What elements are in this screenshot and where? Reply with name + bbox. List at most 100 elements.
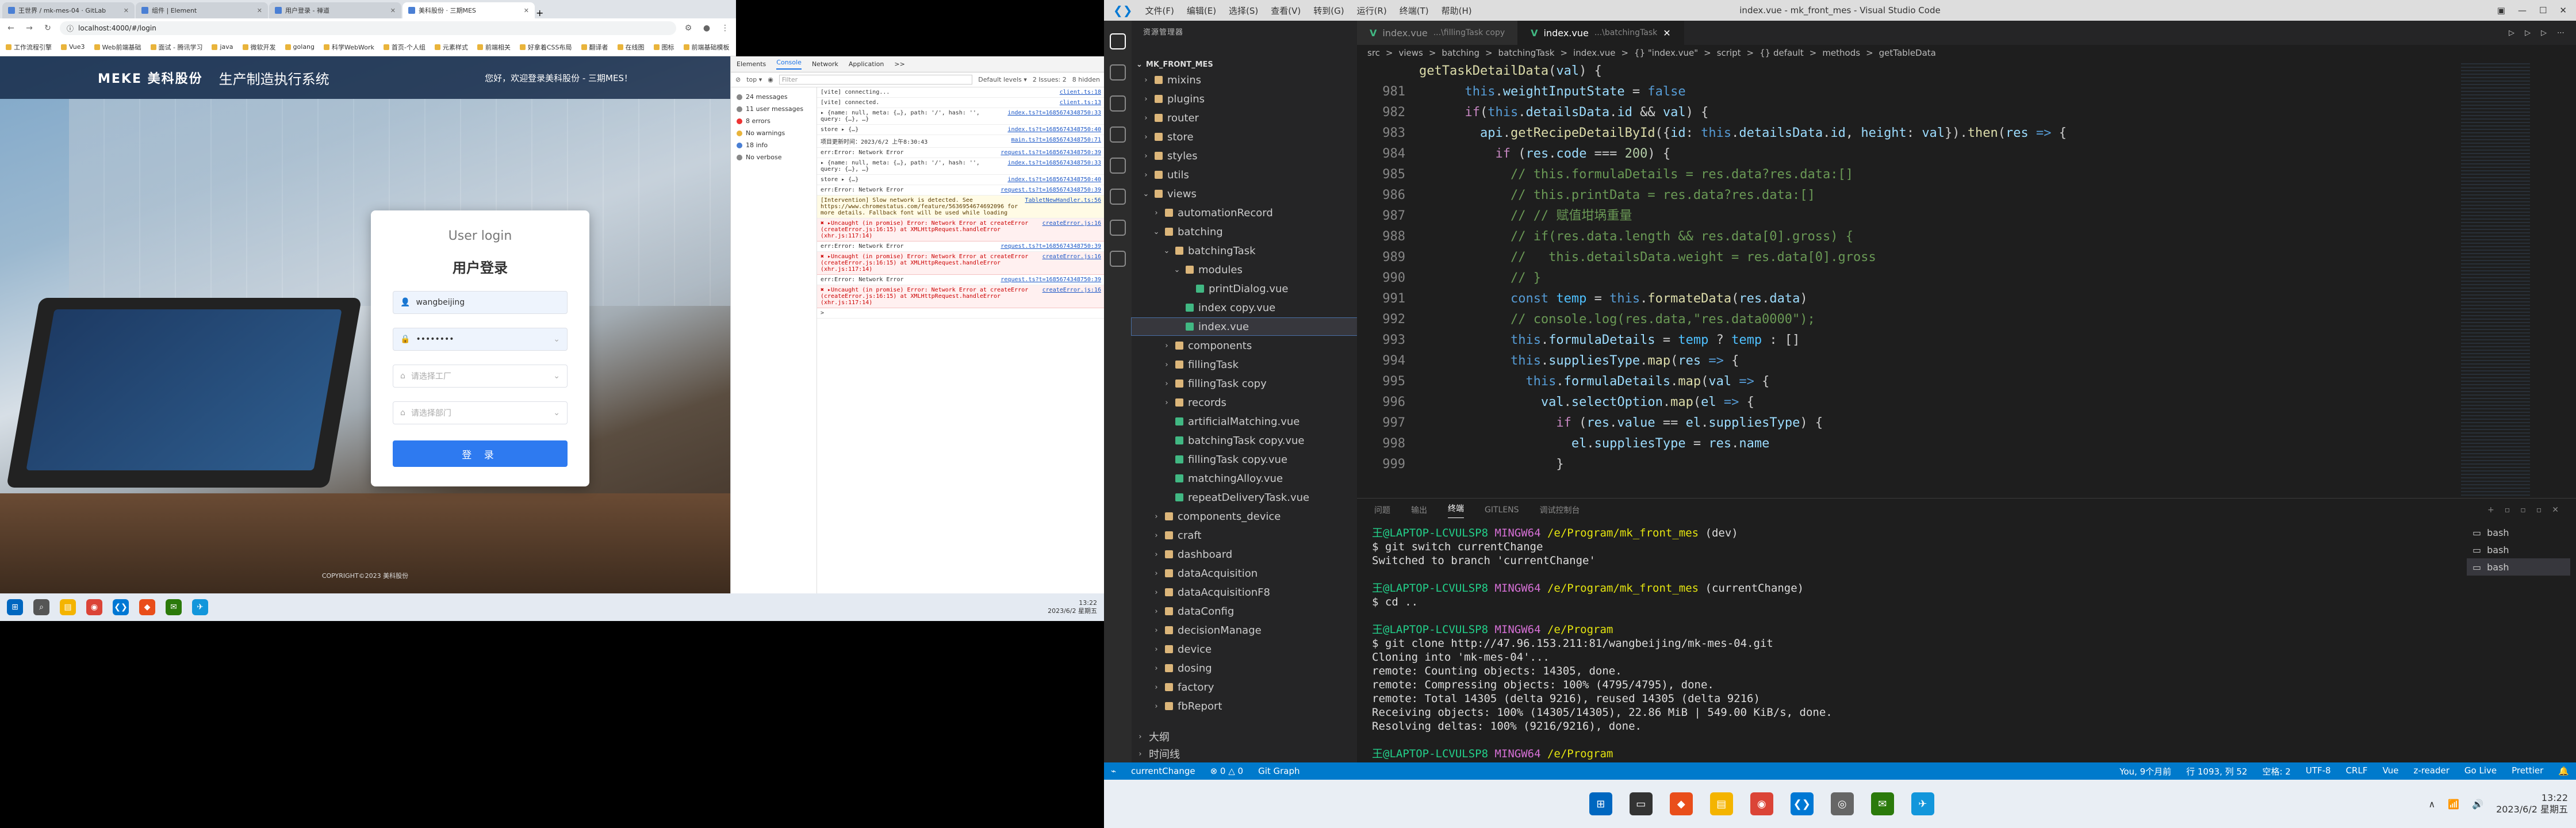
devtools-tab[interactable]: Application bbox=[849, 60, 884, 68]
bird-icon[interactable]: ✈ bbox=[192, 599, 208, 615]
close-panel-icon[interactable]: ✕ bbox=[2552, 505, 2559, 515]
console-source-link[interactable]: createError.js:16 bbox=[1042, 220, 1101, 239]
vscode-icon[interactable]: ❮❯ bbox=[113, 599, 129, 615]
password-field[interactable]: 🔒 •••••••• ⌄ bbox=[393, 328, 568, 351]
console-source-link[interactable]: request.ts?t=1685674348750:39 bbox=[1000, 243, 1101, 250]
app-icon[interactable]: ◎ bbox=[1830, 792, 1854, 815]
notifications-icon[interactable]: 🔔 bbox=[2558, 766, 2569, 776]
layout-icon[interactable]: ▣ bbox=[2497, 5, 2505, 16]
bookmark-item[interactable]: 科学WebWork bbox=[324, 43, 374, 52]
bookmark-item[interactable]: 好拿着CSS布局 bbox=[519, 43, 572, 52]
editor-tab[interactable]: Vindex.vue ...\fillingTask copy bbox=[1357, 21, 1519, 45]
tree-item[interactable]: ⌄ batching bbox=[1132, 223, 1357, 240]
split-editor-icon[interactable]: ▷ bbox=[2541, 29, 2547, 37]
status-item[interactable]: Go Live bbox=[2464, 765, 2497, 777]
status-item[interactable]: 行 1093, 列 52 bbox=[2186, 765, 2247, 777]
tree-item[interactable]: index copy.vue bbox=[1132, 299, 1357, 316]
bookmark-item[interactable]: golang bbox=[285, 43, 315, 51]
status-item[interactable]: CRLF bbox=[2346, 765, 2368, 777]
console-source-link[interactable]: request.ts?t=1685674348750:39 bbox=[1000, 187, 1101, 193]
login-button[interactable]: 登 录 bbox=[393, 440, 568, 467]
tree-item[interactable]: › craft bbox=[1132, 527, 1357, 544]
terminal-instance[interactable]: ▭ bash bbox=[2467, 524, 2570, 541]
breadcrumb-item[interactable]: batching bbox=[1442, 48, 1479, 58]
terminal-instance[interactable]: ▭ bash bbox=[2467, 558, 2570, 576]
browser-tab[interactable]: 王世界 / mk-mes-04 · GitLab ✕ bbox=[2, 2, 135, 18]
breadcrumb-item[interactable]: script bbox=[1717, 48, 1741, 58]
tree-item[interactable]: › dataAcquisitionF8 bbox=[1132, 584, 1357, 601]
tree-item[interactable]: › utils bbox=[1132, 166, 1357, 183]
new-terminal-icon[interactable]: + bbox=[2487, 505, 2494, 515]
tree-item[interactable]: › router bbox=[1132, 109, 1357, 126]
menu-item[interactable]: 帮助(H) bbox=[1442, 5, 1472, 17]
timeline-section[interactable]: › 时间线 bbox=[1132, 745, 1357, 762]
browser-tab[interactable]: 组件 | Element ✕ bbox=[136, 2, 268, 18]
console-source-link[interactable]: index.ts?t=1685674348750:33 bbox=[1007, 160, 1101, 172]
maximize-panel-icon[interactable]: ▫ bbox=[2536, 505, 2542, 515]
tree-item[interactable]: › dashboard bbox=[1132, 546, 1357, 563]
terminal-instance[interactable]: ▭ bash bbox=[2467, 541, 2570, 558]
bookmark-item[interactable]: 面试 - 腾讯学习 bbox=[150, 43, 202, 52]
profile-icon[interactable]: ● bbox=[700, 24, 713, 33]
console-filter-item[interactable]: 18 info bbox=[733, 139, 814, 151]
vscode-icon[interactable]: ❮❯ bbox=[1790, 792, 1814, 815]
file-explorer-icon[interactable]: ▤ bbox=[1709, 792, 1733, 815]
tree-item[interactable]: › styles bbox=[1132, 147, 1357, 164]
run-debug-icon[interactable] bbox=[1110, 126, 1126, 143]
menu-item[interactable]: 查看(V) bbox=[1271, 5, 1301, 17]
browser-tab[interactable]: 用户登录 - 禅道 ✕ bbox=[269, 2, 401, 18]
bookmark-item[interactable]: Web前端基础 bbox=[94, 43, 141, 52]
editor-tab[interactable]: Vindex.vue ...\batchingTask ✕ bbox=[1518, 21, 1684, 45]
bookmark-item[interactable]: 元素样式 bbox=[434, 43, 468, 52]
console-source-link[interactable]: request.ts?t=1685674348750:39 bbox=[1000, 277, 1101, 283]
bookmark-item[interactable]: 翻译者 bbox=[581, 43, 608, 52]
tree-item[interactable]: printDialog.vue bbox=[1132, 280, 1357, 297]
breadcrumb-item[interactable]: getTableData bbox=[1879, 48, 1936, 58]
console-source-link[interactable]: TabletNewHandler.ts:56 bbox=[1025, 197, 1101, 216]
console-filter-item[interactable]: 8 errors bbox=[733, 115, 814, 127]
app-icon[interactable]: ◆ bbox=[139, 599, 155, 615]
tree-item[interactable]: › components_device bbox=[1132, 508, 1357, 525]
status-item[interactable]: currentChange bbox=[1131, 766, 1195, 776]
breadcrumb-item[interactable]: batchingTask bbox=[1498, 48, 1555, 58]
menu-item[interactable]: 编辑(E) bbox=[1187, 5, 1216, 17]
taskbar-clock[interactable]: 13:22 2023/6/2 星期五 bbox=[1048, 599, 1097, 615]
console-source-link[interactable]: main.ts?t=1685674348750:71 bbox=[1011, 137, 1101, 145]
tree-item[interactable]: › fbReport bbox=[1132, 697, 1357, 715]
chrome-icon[interactable]: ◉ bbox=[86, 599, 102, 615]
bird-icon[interactable]: ✈ bbox=[1911, 792, 1934, 815]
console-source-link[interactable]: index.ts?t=1685674348750:33 bbox=[1007, 110, 1101, 122]
close-icon[interactable]: ✕ bbox=[124, 7, 129, 14]
bookmark-item[interactable]: 前端基础模板 bbox=[683, 43, 730, 52]
close-icon[interactable]: ✕ bbox=[1663, 28, 1670, 39]
tree-item[interactable]: artificialMatching.vue bbox=[1132, 413, 1357, 430]
panel-tab[interactable]: 问题 bbox=[1374, 504, 1390, 516]
top-context[interactable]: top ▾ bbox=[746, 76, 762, 83]
breadcrumb-item[interactable]: src bbox=[1367, 48, 1380, 58]
status-item[interactable]: Vue bbox=[2382, 765, 2398, 777]
menu-icon[interactable]: ⋮ bbox=[719, 24, 731, 33]
remote-icon[interactable] bbox=[1110, 220, 1126, 236]
tree-item[interactable]: › fillingTask copy bbox=[1132, 375, 1357, 392]
chevron-up-icon[interactable]: ∧ bbox=[2429, 799, 2436, 810]
menu-item[interactable]: 运行(R) bbox=[1357, 5, 1387, 17]
filter-input[interactable]: Filter bbox=[779, 75, 973, 85]
console-filter-item[interactable]: No verbose bbox=[733, 151, 814, 163]
devtools-tab[interactable]: >> bbox=[894, 60, 904, 68]
breadcrumb-item[interactable]: index.vue bbox=[1573, 48, 1615, 58]
breadcrumb-item[interactable]: {} default bbox=[1759, 48, 1804, 58]
tree-item[interactable]: › device bbox=[1132, 641, 1357, 658]
tree-item[interactable]: › decisionManage bbox=[1132, 622, 1357, 639]
tree-item[interactable]: ⌄ views bbox=[1132, 185, 1357, 202]
explorer-root[interactable]: ⌄ MK_FRONT_MES bbox=[1132, 57, 1357, 71]
volume-icon[interactable]: 🔊 bbox=[2472, 799, 2483, 810]
close-icon[interactable]: ✕ bbox=[257, 7, 262, 14]
menu-item[interactable]: 文件(F) bbox=[1145, 5, 1174, 17]
breadcrumb-item[interactable]: methods bbox=[1822, 48, 1860, 58]
run-icon[interactable]: ▷ bbox=[2509, 29, 2514, 37]
split-terminal-icon[interactable]: ▫ bbox=[2505, 505, 2510, 515]
wechat-icon[interactable]: ✉ bbox=[1870, 792, 1894, 815]
extensions-icon[interactable]: ⚙ bbox=[682, 24, 695, 33]
close-icon[interactable]: ✕ bbox=[2559, 5, 2567, 16]
panel-tab[interactable]: 终端 bbox=[1448, 503, 1464, 518]
